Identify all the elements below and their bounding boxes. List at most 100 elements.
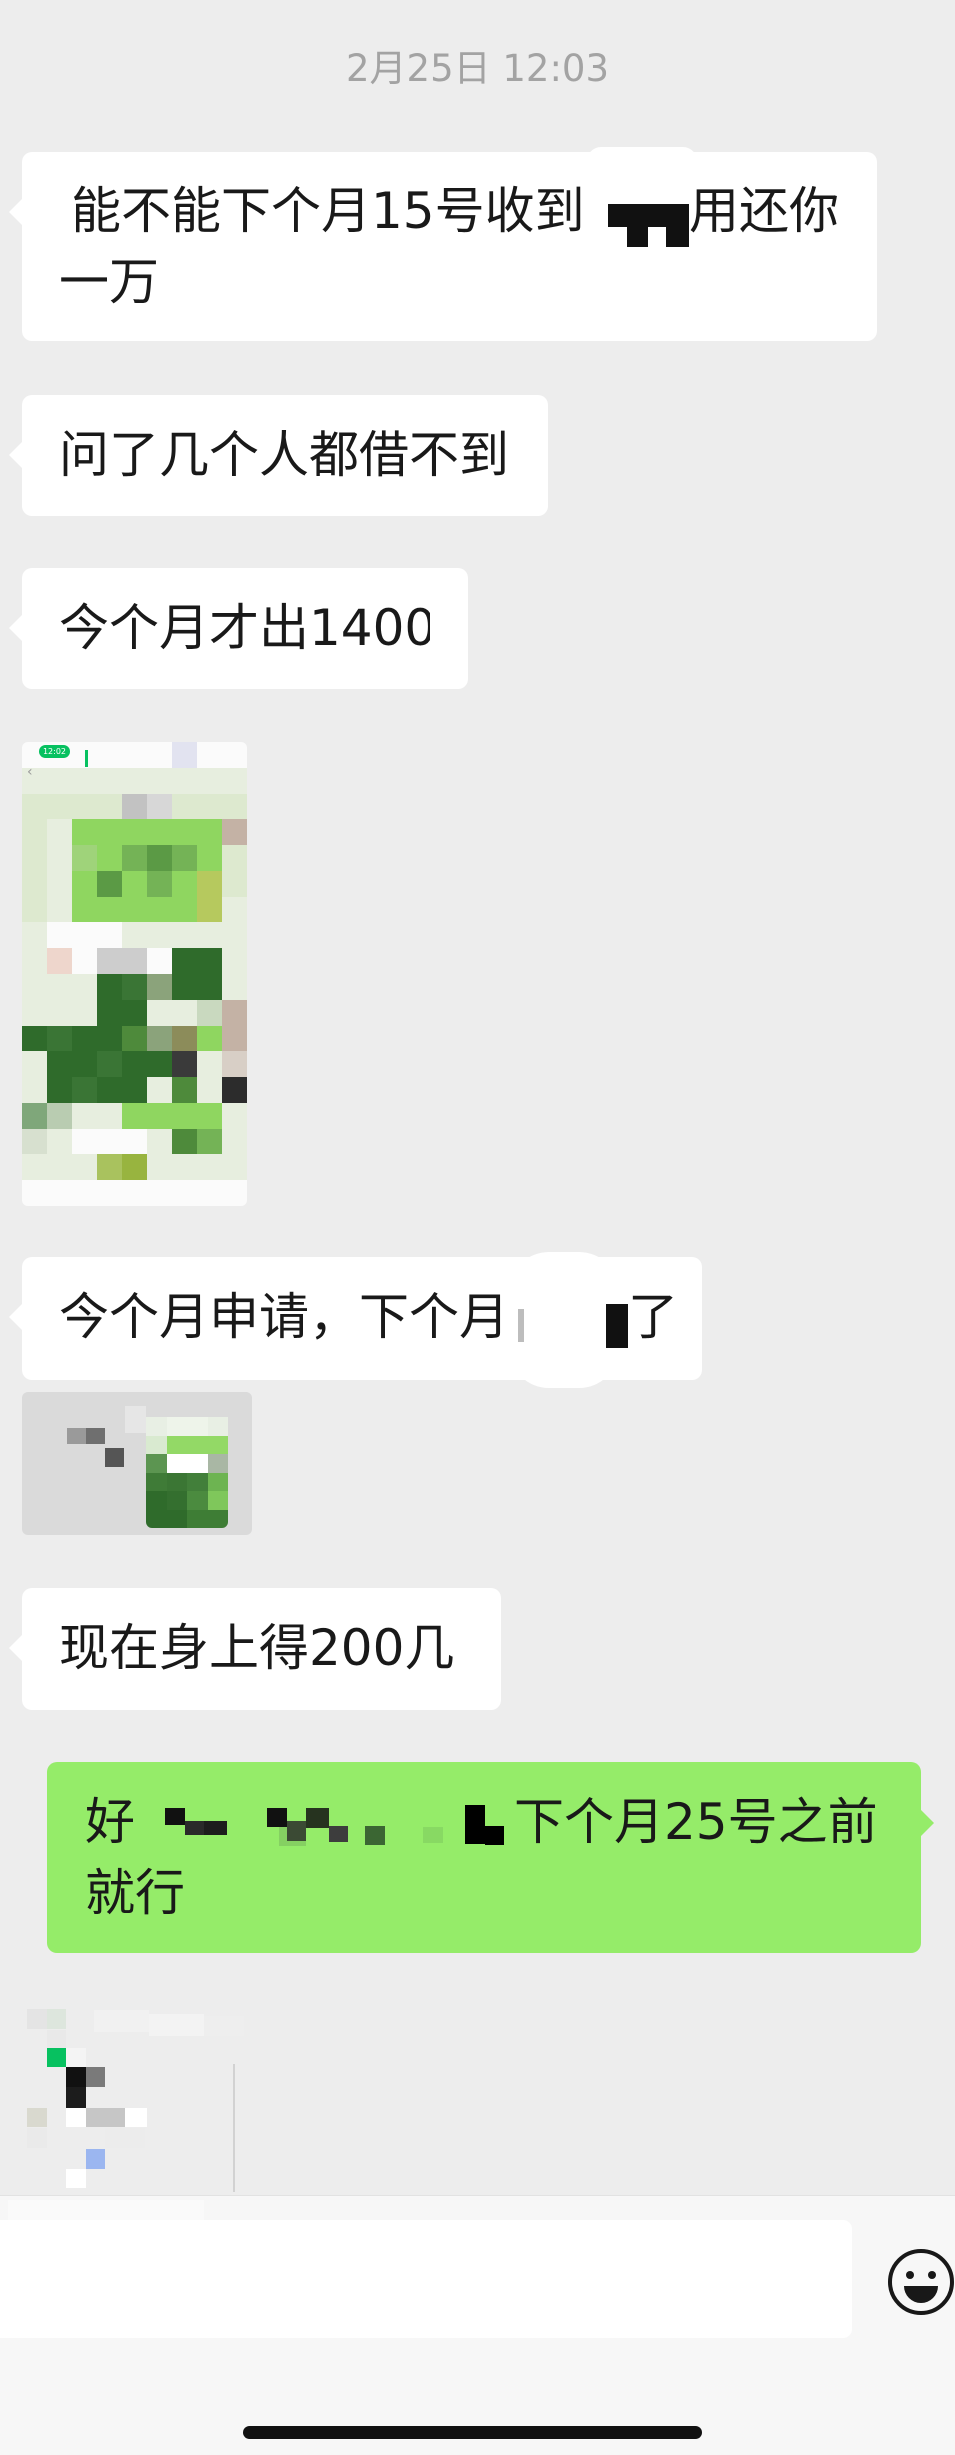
mosaic-cell (222, 1077, 247, 1103)
mosaic-cell (207, 1435, 228, 1454)
received-message-bubble[interactable]: 今个月申请，下个月 了 (9, 1252, 702, 1388)
mosaic-cell (22, 767, 47, 794)
mosaic-cell (187, 1472, 208, 1491)
mosaic-cell (27, 2009, 47, 2029)
mosaic-cell (329, 1826, 348, 1842)
mosaic-cell (465, 1805, 485, 1844)
mosaic-cell (72, 845, 97, 871)
mosaic-cell (149, 2014, 204, 2036)
mosaic-cell (122, 922, 147, 949)
mosaic-cell (166, 1472, 187, 1491)
received-image-thumbnail[interactable] (22, 1392, 252, 1535)
mosaic-cell (222, 767, 247, 794)
mosaic-cell (22, 1128, 47, 1155)
mosaic-cell (47, 1128, 72, 1155)
mosaic-cell (423, 1827, 443, 1843)
mosaic-cell (47, 1180, 72, 1206)
mosaic-cell (187, 1454, 208, 1473)
mosaic-cell (172, 742, 197, 768)
mosaic-cell (166, 1491, 187, 1510)
mosaic-cell (97, 870, 122, 897)
received-message-bubble[interactable]: 能不能下个月15号收到 用还你 一万 (9, 147, 877, 341)
mosaic-cell (147, 948, 172, 974)
received-message-bubble[interactable]: 现在身上得200几 (9, 1588, 501, 1710)
mosaic-cell (97, 1051, 122, 1078)
mosaic-cell (122, 896, 147, 923)
mosaic-cell (172, 922, 197, 949)
message-timestamp: 2月25日 12:03 (345, 47, 609, 90)
mosaic-cell (47, 1077, 72, 1103)
mosaic-cell (147, 870, 172, 897)
mosaic-cell (207, 1472, 228, 1491)
mosaic-cell (97, 793, 122, 820)
mosaic-cell (147, 1180, 172, 1206)
mosaic-cell (125, 2108, 147, 2127)
mosaic-cell (72, 948, 97, 974)
sent-message-bubble[interactable]: 好 下个月25号之前 就行 (47, 1762, 934, 1953)
mosaic-cell (122, 948, 147, 974)
mosaic-cell (172, 1128, 197, 1155)
message-input[interactable] (0, 2220, 852, 2338)
mosaic-cell (47, 1154, 72, 1181)
mosaic-cell (222, 1180, 247, 1206)
mosaic-cell (105, 1448, 124, 1467)
mosaic-cell (197, 793, 222, 820)
mosaic-cell (66, 2048, 86, 2067)
mosaic-cell (146, 1472, 167, 1491)
mosaic-cell (72, 793, 97, 820)
mosaic-cell (172, 1180, 197, 1206)
mosaic-cell (166, 1454, 187, 1473)
message-text: 能不能下个月15号收到 (71, 182, 585, 240)
mosaic-cell (147, 896, 172, 923)
mosaic-cell (207, 1454, 228, 1473)
mosaic-cell (166, 1435, 187, 1454)
redaction-block (518, 1309, 524, 1342)
mosaic-cell (122, 767, 147, 794)
mosaic-cell (97, 742, 122, 768)
mosaic-cell (97, 948, 122, 974)
mosaic-cell (22, 948, 47, 974)
mosaic-cell (94, 2010, 149, 2032)
mosaic-cell (187, 1417, 208, 1436)
mosaic-cell (72, 870, 97, 897)
mosaic-cell (97, 999, 122, 1026)
mosaic-cell (222, 1154, 247, 1181)
mosaic-cell (287, 1821, 306, 1841)
mosaic-cell (22, 819, 47, 846)
mosaic-cell (172, 870, 197, 897)
pixelated-image[interactable] (0, 2000, 260, 2230)
mosaic-cell (8, 2200, 204, 2220)
message-text: 下个月25号之前 (514, 1793, 878, 1851)
received-message-bubble[interactable]: 今个月才出1400 (9, 568, 468, 689)
mosaic-cell (197, 870, 222, 897)
mosaic-cell (147, 793, 172, 820)
mosaic-cell (197, 1025, 222, 1052)
mosaic-cell (147, 1128, 172, 1155)
mosaic-cell (146, 1435, 167, 1454)
received-message-bubble[interactable]: 问了几个人都借不到 (9, 395, 548, 516)
redaction-mask (587, 147, 697, 175)
mosaic-cell (197, 999, 222, 1026)
message-text: 用还你 (689, 182, 839, 240)
mosaic-cell (222, 896, 247, 923)
emoji-button[interactable] (886, 2247, 955, 2317)
mosaic-cell (197, 922, 222, 949)
mosaic-cell (197, 1128, 222, 1155)
mosaic-cell (86, 1428, 105, 1444)
mosaic-cell (122, 1077, 147, 1103)
mosaic-cell (147, 1077, 172, 1103)
mosaic-cell (172, 845, 197, 871)
redaction-mosaic (146, 1787, 509, 1858)
mosaic-cell (222, 1128, 247, 1155)
mosaic-cell (66, 2067, 86, 2087)
mosaic-cell (72, 922, 97, 949)
mosaic-cell (146, 1417, 167, 1436)
mosaic-cell (97, 974, 122, 1000)
mosaic-cell (97, 1077, 122, 1103)
redaction-block (606, 1304, 628, 1348)
mosaic-cell (72, 974, 97, 1000)
mosaic-cell (47, 922, 72, 949)
mosaic-cell (22, 793, 47, 820)
received-image-thumbnail[interactable]: 12:02 ‹ (22, 742, 247, 1206)
mosaic-cell (97, 845, 122, 871)
